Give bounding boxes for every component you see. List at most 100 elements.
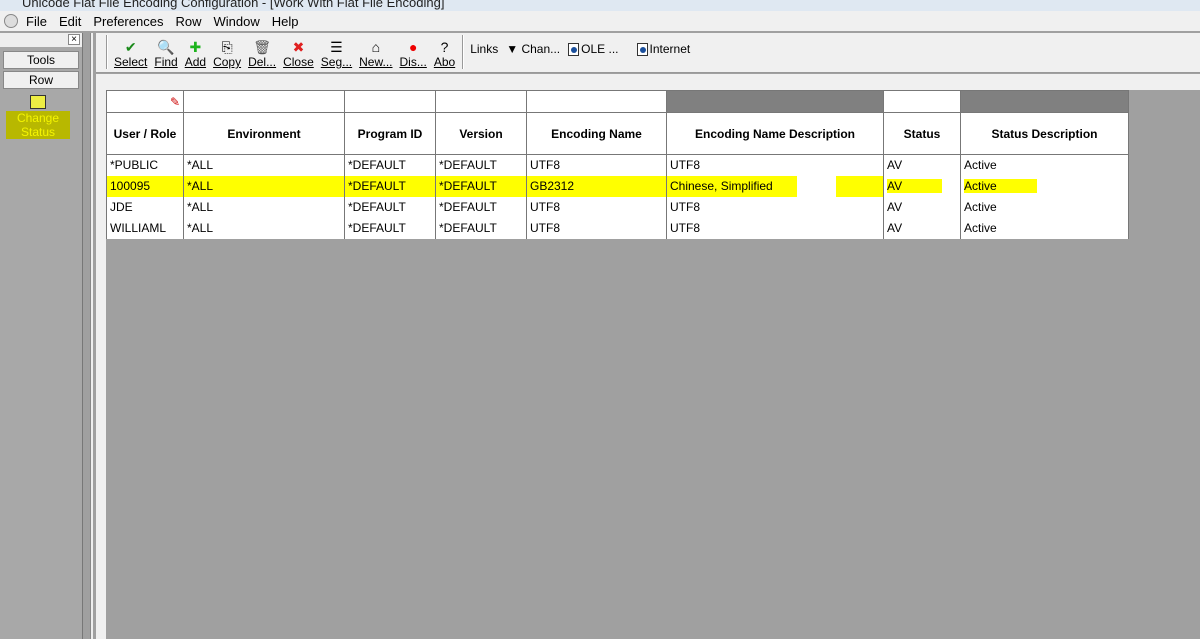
toolbar-label: Seg...: [320, 55, 353, 69]
column-header[interactable]: Version: [435, 112, 527, 155]
toolbar-button-del[interactable]: 🗑 Del...: [248, 39, 276, 72]
toolbar-icon: ⌂: [371, 39, 381, 55]
table-cell: *DEFAULT: [344, 196, 436, 218]
table-row[interactable]: JDE *ALL *DEFAULT *DEFAULT UTF8 UTF8 AV Active: [106, 196, 1129, 218]
table-cell: 100095: [106, 175, 184, 197]
change-status-button[interactable]: Change Status: [6, 95, 70, 139]
toolbar-icon: ✖: [292, 39, 305, 55]
table-cell: Chinese, Simplified: [666, 175, 884, 197]
qbe-cell[interactable]: [526, 90, 667, 113]
table-cell: UTF8: [666, 196, 884, 218]
dropdown-arrow-icon: ▼: [506, 42, 519, 56]
menu-window[interactable]: Window: [213, 14, 259, 29]
qbe-cell[interactable]: ✎: [106, 90, 184, 113]
close-icon[interactable]: ×: [68, 34, 80, 45]
table-cell: *ALL: [183, 196, 345, 218]
qbe-cell[interactable]: [435, 90, 527, 113]
menu-preferences[interactable]: Preferences: [93, 14, 163, 29]
table-cell: WILLIAML: [106, 217, 184, 239]
window-title: Unicode Flat File Encoding Configuration…: [22, 0, 445, 10]
qbe-cell[interactable]: [883, 90, 961, 113]
toolbar-button-dis[interactable]: ● Dis...: [400, 39, 427, 72]
ole-link[interactable]: OLE ...: [568, 42, 619, 57]
internet-label: Internet: [649, 41, 691, 56]
table-cell: Active: [960, 196, 1129, 218]
toolbar-label: Add: [184, 55, 207, 69]
table-cell: *ALL: [183, 175, 345, 197]
toolbar-button-new[interactable]: ⌂ New...: [359, 39, 392, 72]
table-cell: AV: [883, 196, 961, 218]
toolbar-label: Dis...: [399, 55, 427, 69]
menu-row[interactable]: Row: [175, 14, 201, 29]
toolbar-separator: [462, 35, 465, 69]
table-cell: AV: [883, 175, 961, 197]
cell-text: Active: [964, 179, 1037, 193]
table-cell: JDE: [106, 196, 184, 218]
exit-bar: × Tools Row Change Status: [0, 33, 83, 639]
toolbar-label: New...: [359, 55, 393, 69]
column-header[interactable]: Encoding Name: [526, 112, 667, 155]
menu-edit[interactable]: Edit: [59, 14, 81, 29]
table-cell: *DEFAULT: [344, 175, 436, 197]
toolbar: ✔ Select 🔍 Find ✚ Add ⎘ Copy 🗑 Del... ✖ Close ☰ Seg..…: [96, 33, 1200, 73]
table-row[interactable]: 100095 *ALL *DEFAULT *DEFAULT GB2312 Chinese,…: [106, 175, 1129, 197]
app-globe-icon[interactable]: [4, 14, 18, 28]
table-cell: UTF8: [666, 154, 884, 176]
toolbar-button-select[interactable]: ✔ Select: [114, 39, 147, 72]
title-bar: Unicode Flat File Encoding Configuration…: [0, 0, 1200, 11]
page-globe-icon: [568, 43, 580, 57]
toolbar-button-add[interactable]: ✚ Add: [185, 39, 206, 72]
toolbar-label: Abo: [433, 55, 456, 69]
column-header[interactable]: Status Description: [960, 112, 1129, 155]
column-header[interactable]: Program ID: [344, 112, 436, 155]
column-header[interactable]: User / Role: [106, 112, 184, 155]
qbe-row: ✎: [106, 90, 1129, 113]
splitter[interactable]: [90, 33, 93, 639]
toolbar-label: Del...: [248, 55, 277, 69]
table-cell: *ALL: [183, 217, 345, 239]
table-cell: UTF8: [526, 196, 667, 218]
grid-header: User / Role Environment Program ID Version E…: [106, 112, 1129, 155]
table-cell: UTF8: [526, 217, 667, 239]
table-cell: *DEFAULT: [435, 154, 527, 176]
exit-bar-header: ×: [0, 33, 82, 47]
toolbar-icon: ✚: [189, 39, 202, 55]
toolbar-label: Find: [154, 55, 178, 69]
table-cell: UTF8: [666, 217, 884, 239]
chan-link[interactable]: ▼ Chan...: [506, 42, 560, 56]
toolbar-button-copy[interactable]: ⎘ Copy: [213, 39, 241, 72]
toolbar-button-find[interactable]: 🔍 Find: [154, 39, 177, 72]
toolbar-icon: ⎘: [221, 39, 233, 55]
column-header[interactable]: Status: [883, 112, 961, 155]
row-button[interactable]: Row: [3, 71, 79, 89]
table-row[interactable]: WILLIAML *ALL *DEFAULT *DEFAULT UTF8 UTF8 AV Ac…: [106, 217, 1129, 239]
change-status-icon: [30, 95, 46, 109]
page-globe-icon: [636, 43, 648, 57]
qbe-pin-icon[interactable]: ✎: [170, 95, 180, 109]
toolbar-button-seg[interactable]: ☰ Seg...: [321, 39, 352, 72]
table-cell: *DEFAULT: [344, 154, 436, 176]
table-cell: GB2312: [526, 175, 667, 197]
change-status-label: Change Status: [6, 111, 70, 139]
toolbar-label: Close: [283, 55, 314, 69]
column-header[interactable]: Environment: [183, 112, 345, 155]
tools-button[interactable]: Tools: [3, 51, 79, 69]
toolbar-button-abo[interactable]: ? Abo: [434, 39, 455, 72]
table-cell: Active: [960, 217, 1129, 239]
links-label: Links: [470, 42, 499, 56]
table-cell: *DEFAULT: [435, 217, 527, 239]
toolbar-icon: 🗑: [253, 39, 271, 55]
toolbar-icon: ✔: [124, 39, 137, 55]
menu-file[interactable]: File: [26, 14, 47, 29]
toolbar-button-close[interactable]: ✖ Close: [283, 39, 314, 72]
column-header[interactable]: Encoding Name Description: [666, 112, 884, 155]
qbe-cell[interactable]: [183, 90, 345, 113]
links-bar: Links ▼ Chan... OLE ... Internet: [470, 32, 690, 72]
table-cell: Active: [960, 154, 1129, 176]
table-row[interactable]: *PUBLIC *ALL *DEFAULT *DEFAULT UTF8 UTF8 AV Act…: [106, 154, 1129, 176]
internet-link[interactable]: Internet: [636, 41, 691, 57]
qbe-cell[interactable]: [344, 90, 436, 113]
toolbar-label: Select: [114, 55, 148, 69]
menu-help[interactable]: Help: [272, 14, 299, 29]
toolbar-icon: 🔍: [157, 39, 175, 55]
